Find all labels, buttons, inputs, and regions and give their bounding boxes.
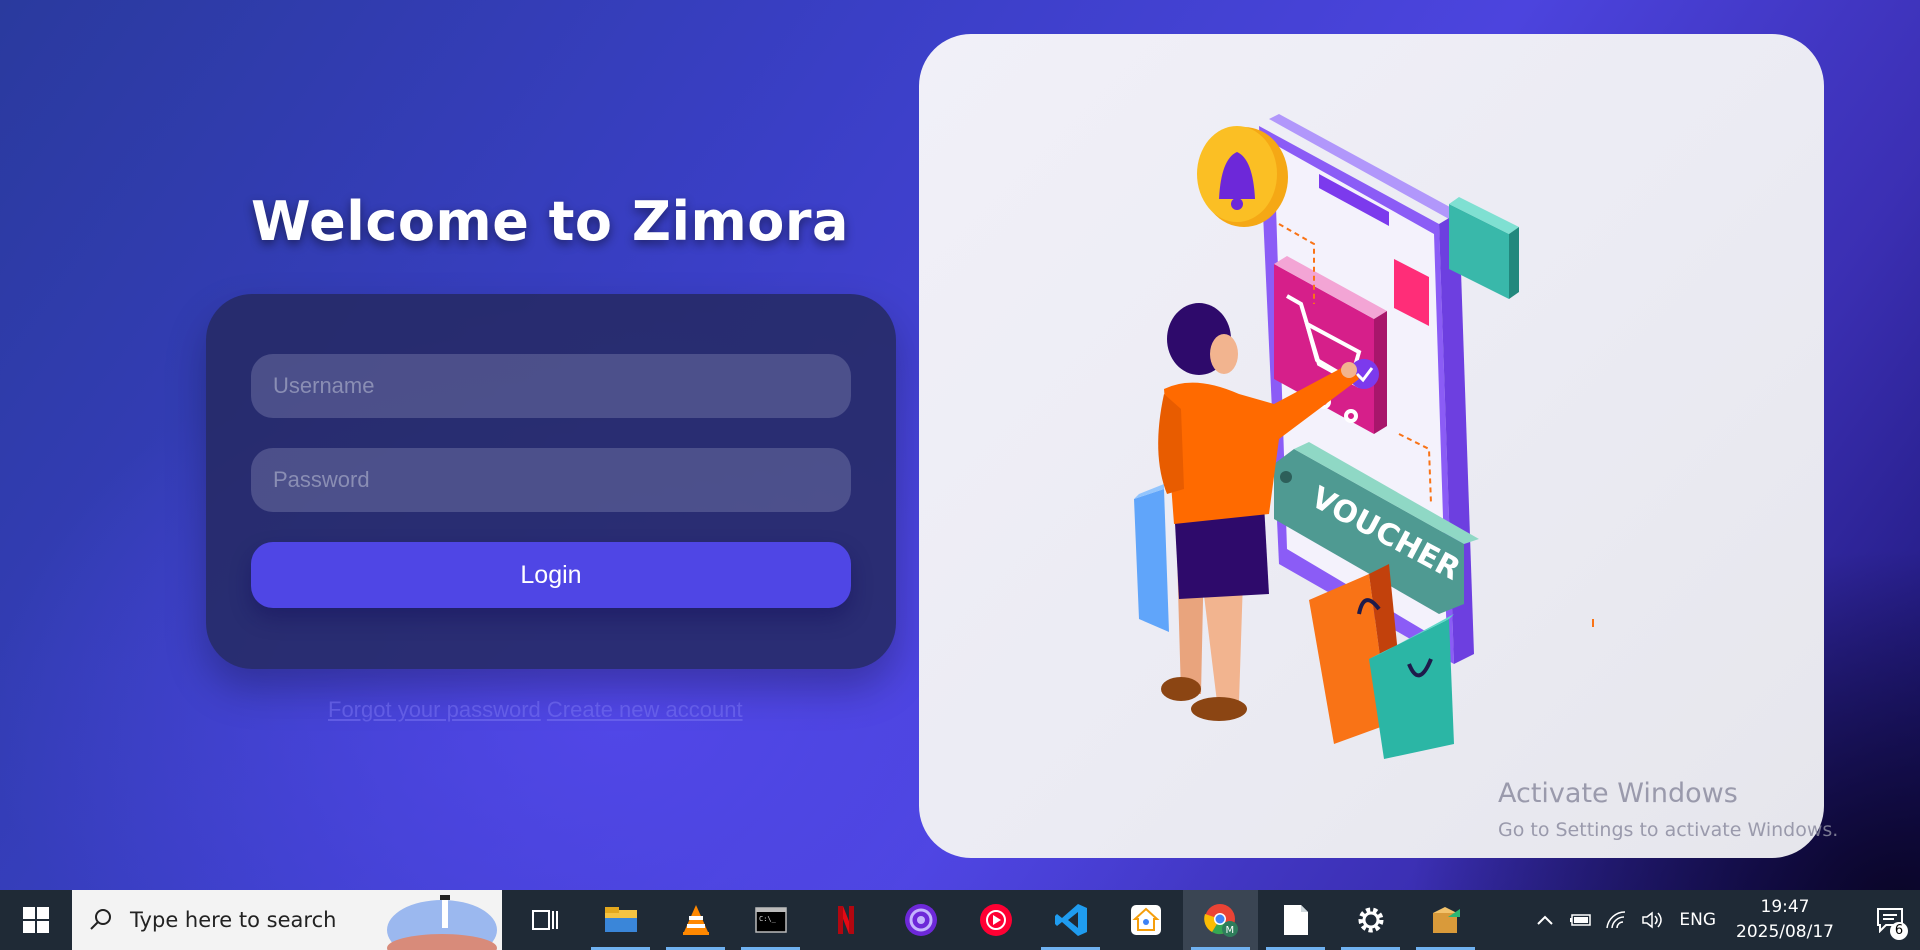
notepad-icon xyxy=(1283,905,1308,935)
netflix-icon xyxy=(837,906,854,934)
youtube-music-icon xyxy=(979,904,1012,936)
show-hidden-icons-button[interactable] xyxy=(1527,914,1563,926)
terminal-icon: C:\_ xyxy=(754,907,787,933)
taskbar-search-box[interactable]: Type here to search xyxy=(72,890,502,950)
forgot-password-link[interactable]: Forgot your password xyxy=(328,697,541,722)
volume-icon xyxy=(1642,911,1663,929)
action-center-button[interactable]: 6 xyxy=(1860,890,1920,950)
network-button[interactable] xyxy=(1599,910,1635,930)
taskbar-settings[interactable] xyxy=(1333,890,1408,950)
taskbar-netflix[interactable] xyxy=(808,890,883,950)
chevron-up-icon xyxy=(1537,915,1554,925)
home-app-icon xyxy=(1130,905,1161,935)
login-button[interactable]: Login xyxy=(251,542,851,608)
clock-date: 2025/08/17 xyxy=(1736,922,1834,942)
taskbar-chrome[interactable]: M xyxy=(1183,890,1258,950)
taskbar-notepad[interactable] xyxy=(1258,890,1333,950)
taskbar-vlc[interactable] xyxy=(658,890,733,950)
start-button[interactable] xyxy=(0,890,72,950)
audio-app-icon xyxy=(904,904,937,936)
windows-logo-icon xyxy=(23,907,49,933)
taskbar-file-explorer[interactable] xyxy=(583,890,658,950)
vscode-icon xyxy=(1054,904,1087,936)
taskbar: Type here to search C:\_ M ENG 19:47 202… xyxy=(0,890,1920,950)
wifi-icon xyxy=(1606,911,1626,929)
shopping-illustration: VOUCHER xyxy=(1134,114,1594,759)
task-view-icon xyxy=(531,910,558,930)
task-view-button[interactable] xyxy=(508,890,583,950)
app-window: Welcome to Zimora Login Forgot your pass… xyxy=(0,0,1920,890)
page-title: Welcome to Zimora xyxy=(251,190,849,253)
watermark-line1: Activate Windows xyxy=(1498,778,1738,809)
login-card: Login xyxy=(206,294,896,669)
svg-text:M: M xyxy=(1225,925,1234,936)
taskbar-audio-app[interactable] xyxy=(883,890,958,950)
svg-text:C:\_: C:\_ xyxy=(759,915,777,923)
system-tray: ENG 19:47 2025/08/17 6 xyxy=(1527,890,1920,950)
taskbar-app-list: C:\_ M xyxy=(508,890,1483,950)
clock-time: 19:47 xyxy=(1760,897,1810,917)
create-account-link[interactable]: Create new account xyxy=(547,697,743,722)
volume-button[interactable] xyxy=(1635,910,1671,930)
search-placeholder: Type here to search xyxy=(130,908,337,932)
file-explorer-icon xyxy=(604,907,637,932)
notification-count-badge: 6 xyxy=(1890,922,1908,940)
login-links: Forgot your password Create new account xyxy=(328,697,778,723)
username-input[interactable] xyxy=(251,354,851,418)
taskbar-youtube-music[interactable] xyxy=(958,890,1033,950)
clock[interactable]: 19:47 2025/08/17 xyxy=(1730,895,1840,945)
battery-button[interactable] xyxy=(1563,912,1599,928)
bell-icon xyxy=(1197,126,1288,227)
taskbar-package-app[interactable] xyxy=(1408,890,1483,950)
taskbar-home-app[interactable] xyxy=(1108,890,1183,950)
activate-windows-watermark: Activate Windows Go to Settings to activ… xyxy=(1498,778,1838,841)
watermark-line2: Go to Settings to activate Windows. xyxy=(1498,819,1839,841)
battery-icon xyxy=(1570,914,1592,926)
taskbar-vscode[interactable] xyxy=(1033,890,1108,950)
vlc-icon xyxy=(682,905,709,935)
illustration-panel: VOUCHER xyxy=(919,34,1824,858)
settings-icon xyxy=(1358,907,1383,933)
password-input[interactable] xyxy=(251,448,851,512)
search-icon xyxy=(90,909,111,930)
language-indicator[interactable]: ENG xyxy=(1679,910,1716,930)
search-highlight-art xyxy=(387,895,497,950)
package-icon xyxy=(1432,907,1460,933)
chrome-icon: M xyxy=(1203,904,1238,937)
taskbar-terminal[interactable]: C:\_ xyxy=(733,890,808,950)
